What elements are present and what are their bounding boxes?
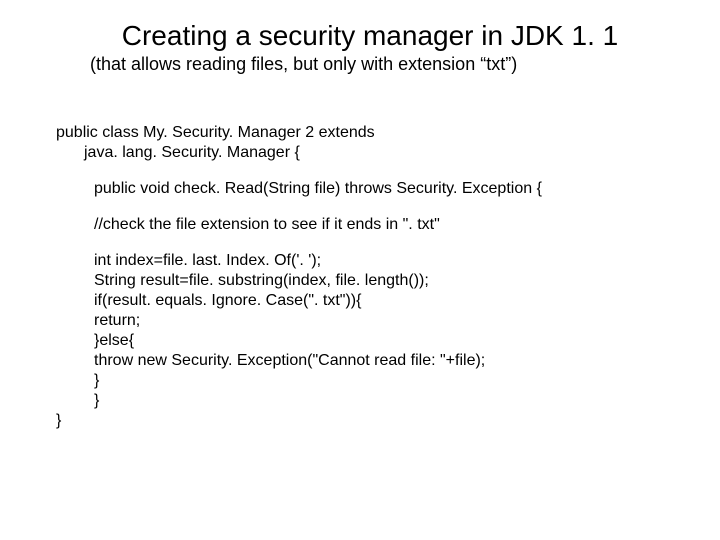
code-block: public class My. Security. Manager 2 ext… — [50, 123, 670, 431]
code-line: public void check. Read(String file) thr… — [56, 179, 670, 199]
code-line: } — [56, 391, 670, 411]
code-line: throw new Security. Exception("Cannot re… — [56, 351, 670, 371]
code-line: if(result. equals. Ignore. Case(". txt")… — [56, 291, 670, 311]
page-title: Creating a security manager in JDK 1. 1 — [50, 20, 670, 52]
slide: Creating a security manager in JDK 1. 1 … — [0, 0, 720, 451]
code-line: //check the file extension to see if it … — [56, 215, 670, 235]
page-subtitle: (that allows reading files, but only wit… — [50, 54, 670, 75]
code-line: } — [56, 411, 670, 431]
code-line: java. lang. Security. Manager { — [56, 143, 670, 163]
code-line: int index=file. last. Index. Of('. '); — [56, 251, 670, 271]
code-line: } — [56, 371, 670, 391]
code-line: public class My. Security. Manager 2 ext… — [56, 123, 670, 143]
code-line: }else{ — [56, 331, 670, 351]
code-line: String result=file. substring(index, fil… — [56, 271, 670, 291]
code-line: return; — [56, 311, 670, 331]
